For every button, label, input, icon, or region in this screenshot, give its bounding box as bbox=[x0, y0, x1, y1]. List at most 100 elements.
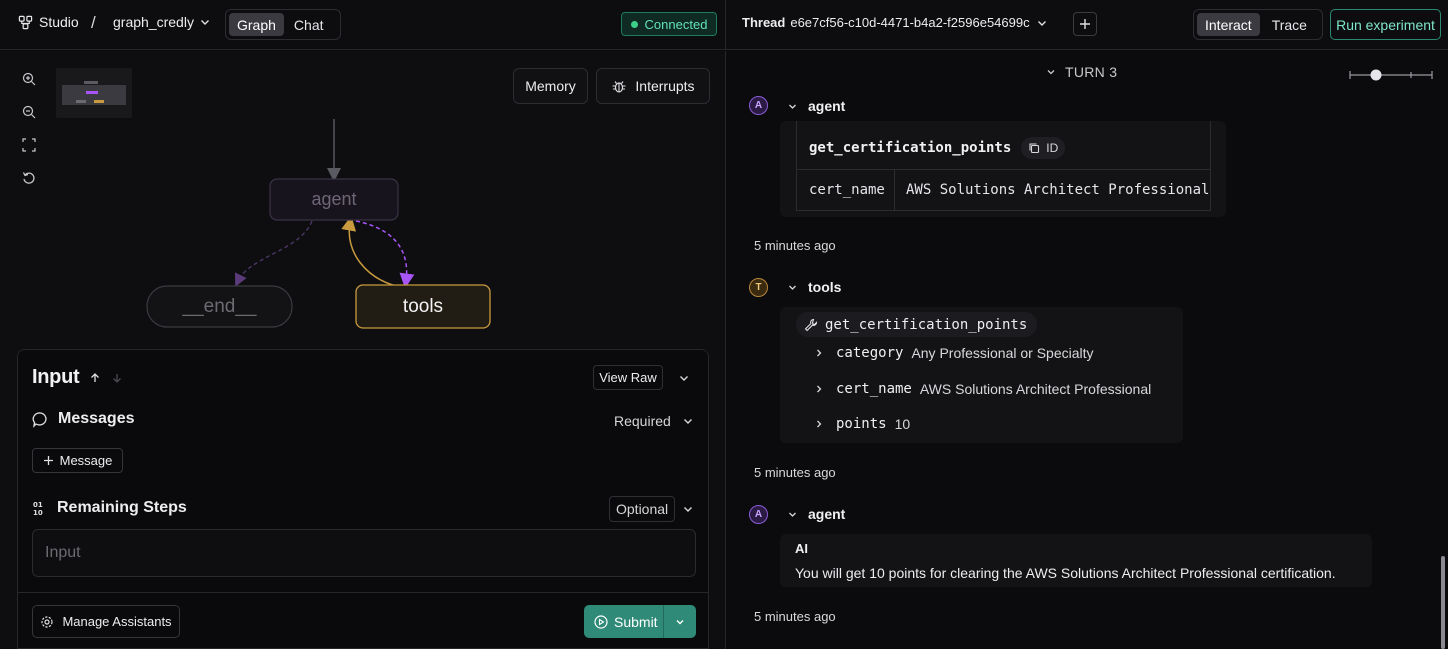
chevron-down-icon[interactable] bbox=[677, 371, 691, 385]
chevron-right-icon bbox=[814, 384, 824, 394]
graph-selector[interactable]: graph_credly bbox=[113, 14, 212, 30]
plus-icon bbox=[1079, 18, 1091, 30]
agent-node-label: agent bbox=[808, 98, 846, 114]
add-message-label: Message bbox=[59, 453, 113, 468]
agent-node-header[interactable]: agent bbox=[787, 506, 845, 522]
agent-badge: A bbox=[749, 505, 768, 524]
tab-trace[interactable]: Trace bbox=[1264, 13, 1315, 36]
messages-section-header: Messages bbox=[32, 410, 135, 428]
submit-button-group: Submit bbox=[584, 605, 696, 638]
tool-call-card: get_certification_points ID cert_name AW… bbox=[780, 121, 1226, 217]
message-circle-icon bbox=[32, 411, 49, 428]
tools-node-label: tools bbox=[808, 279, 842, 295]
zoom-in-icon[interactable] bbox=[19, 69, 39, 88]
divider bbox=[797, 169, 1210, 170]
chevron-down-icon bbox=[1045, 66, 1057, 78]
tool-function-name: get_certification_points bbox=[825, 316, 1028, 333]
memory-button[interactable]: Memory bbox=[513, 68, 588, 104]
input-panel: Input View Raw Messages Required Message… bbox=[17, 349, 709, 649]
gear-icon bbox=[40, 615, 54, 629]
messages-requirement: Required bbox=[614, 413, 671, 429]
mode-toggle: Interact Trace bbox=[1193, 9, 1323, 40]
tools-node-header[interactable]: tools bbox=[787, 279, 841, 295]
agent-badge: A bbox=[749, 96, 768, 115]
chevron-right-icon bbox=[814, 348, 824, 358]
message-role: AI bbox=[795, 541, 808, 556]
tool-call-table: get_certification_points ID cert_name AW… bbox=[796, 121, 1211, 211]
status-dot-icon bbox=[630, 20, 638, 28]
graph-minimap[interactable] bbox=[56, 68, 132, 118]
turn-slider[interactable] bbox=[1349, 69, 1433, 81]
zoom-out-icon[interactable] bbox=[19, 102, 39, 121]
agent-node-header[interactable]: agent bbox=[787, 98, 845, 114]
arrow-up-icon[interactable] bbox=[89, 372, 101, 384]
timestamp: 5 minutes ago bbox=[754, 238, 836, 253]
result-row-category[interactable]: category Any Professional or Specialty bbox=[814, 345, 1094, 361]
divider bbox=[18, 592, 708, 593]
studio-home-link[interactable]: Studio bbox=[18, 14, 79, 30]
arrow-down-icon[interactable] bbox=[111, 372, 123, 384]
run-experiment-button[interactable]: Run experiment bbox=[1330, 9, 1441, 40]
agent-node-label: agent bbox=[808, 506, 846, 522]
thread-panel: TURN 3 A agent get_certification_points … bbox=[727, 51, 1448, 649]
result-row-points[interactable]: points 10 bbox=[814, 416, 910, 432]
view-raw-button[interactable]: View Raw bbox=[593, 365, 663, 390]
chevron-down-icon bbox=[1035, 16, 1049, 30]
divider bbox=[894, 169, 895, 210]
copy-icon bbox=[1028, 142, 1040, 154]
submit-button[interactable]: Submit bbox=[584, 605, 664, 638]
interrupts-button[interactable]: Interrupts bbox=[596, 68, 710, 104]
tool-arg-value: AWS Solutions Architect Professional bbox=[906, 182, 1210, 198]
id-label: ID bbox=[1046, 141, 1059, 155]
manage-assistants-button[interactable]: Manage Assistants bbox=[32, 605, 180, 638]
copy-id-chip[interactable]: ID bbox=[1021, 137, 1066, 159]
submit-label: Submit bbox=[614, 613, 658, 630]
chevron-down-icon[interactable] bbox=[681, 414, 695, 428]
result-key: cert_name bbox=[836, 381, 912, 397]
tool-function-chip: get_certification_points bbox=[796, 312, 1038, 337]
remaining-steps-requirement: Optional bbox=[609, 496, 676, 522]
thread-id: e6e7cf56-c10d-4471-b4a2-f2596e54699c bbox=[790, 15, 1030, 30]
scrollbar-thumb[interactable] bbox=[1441, 556, 1445, 649]
tools-badge: T bbox=[749, 278, 768, 297]
chevron-down-icon bbox=[674, 616, 686, 628]
tab-interact[interactable]: Interact bbox=[1197, 13, 1260, 36]
node-end-label[interactable]: __end__ bbox=[147, 286, 292, 327]
node-tools-label[interactable]: tools bbox=[356, 285, 490, 328]
play-circle-icon bbox=[594, 614, 608, 629]
result-row-cert-name[interactable]: cert_name AWS Solutions Architect Profes… bbox=[814, 381, 1151, 397]
reset-layout-icon[interactable] bbox=[19, 168, 39, 187]
top-bar: Studio / graph_credly Graph Chat Connect… bbox=[0, 0, 1448, 50]
graph-name: graph_credly bbox=[113, 14, 194, 30]
ai-message-card: AI You will get 10 points for clearing t… bbox=[780, 534, 1372, 587]
graph-panel: agent __end__ tools Memory Interrupts In… bbox=[0, 51, 726, 649]
submit-options-button[interactable] bbox=[664, 616, 696, 628]
result-key: points bbox=[836, 416, 887, 432]
add-message-button[interactable]: Message bbox=[32, 448, 123, 473]
studio-icon bbox=[18, 15, 33, 30]
input-header: Input bbox=[32, 366, 123, 389]
tab-chat[interactable]: Chat bbox=[286, 13, 332, 36]
turn-header[interactable]: TURN 3 bbox=[1045, 64, 1117, 80]
tool-call-name: get_certification_points bbox=[809, 140, 1012, 156]
result-key: category bbox=[836, 345, 904, 361]
tool-arg-key: cert_name bbox=[809, 182, 885, 198]
chevron-right-icon bbox=[814, 419, 824, 429]
message-text: You will get 10 points for clearing the … bbox=[795, 565, 1336, 581]
remaining-steps-input[interactable]: Input bbox=[32, 529, 696, 577]
tool-result-card: get_certification_points category Any Pr… bbox=[780, 307, 1183, 443]
result-value: AWS Solutions Architect Professional bbox=[919, 381, 1152, 397]
new-thread-button[interactable] bbox=[1073, 12, 1097, 36]
chevron-down-icon bbox=[787, 101, 798, 112]
wrench-icon bbox=[804, 318, 818, 332]
remaining-steps-label: Remaining Steps bbox=[57, 499, 187, 516]
graph-header: Studio / graph_credly Graph Chat Connect… bbox=[0, 0, 726, 50]
timestamp: 5 minutes ago bbox=[754, 465, 836, 480]
manage-assistants-label: Manage Assistants bbox=[62, 614, 172, 629]
tab-graph[interactable]: Graph bbox=[229, 13, 284, 36]
thread-selector[interactable]: Thread e6e7cf56-c10d-4471-b4a2-f2596e546… bbox=[742, 15, 1049, 30]
fit-view-icon[interactable] bbox=[19, 135, 39, 154]
chevron-down-icon[interactable] bbox=[681, 502, 695, 516]
node-agent-label[interactable]: agent bbox=[270, 179, 398, 220]
chevron-down-icon bbox=[198, 15, 212, 29]
